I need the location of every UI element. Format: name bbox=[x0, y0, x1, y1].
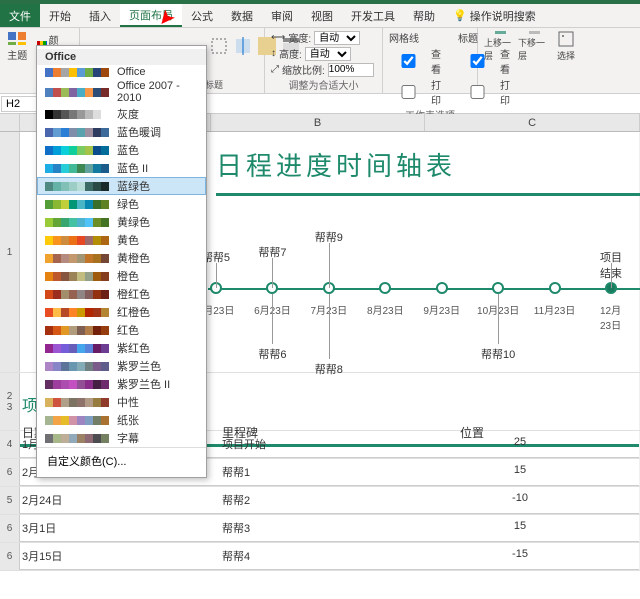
color-scheme-19[interactable]: 纸张 bbox=[37, 411, 206, 429]
row-header[interactable]: 6 bbox=[0, 543, 20, 570]
ribbon-tabs: 文件 开始 插入 页面布局 公式 数据 审阅 视图 开发工具 帮助 💡 操作说明… bbox=[0, 4, 640, 28]
color-scheme-11[interactable]: 橙色 bbox=[37, 267, 206, 285]
color-scheme-8[interactable]: 黄绿色 bbox=[37, 213, 206, 231]
custom-colors[interactable]: 自定义颜色(C)... bbox=[37, 447, 206, 474]
color-scheme-14[interactable]: 红色 bbox=[37, 321, 206, 339]
color-scheme-16[interactable]: 紫罗兰色 bbox=[37, 357, 206, 375]
row-header-1[interactable]: 1 bbox=[0, 132, 20, 372]
tab-review[interactable]: 审阅 bbox=[262, 4, 302, 27]
scale-field[interactable]: ⤢缩放比例: bbox=[271, 62, 376, 77]
selection-pane-button[interactable]: 选择 bbox=[552, 30, 580, 62]
color-scheme-18[interactable]: 中性 bbox=[37, 393, 206, 411]
row-header[interactable]: 23 bbox=[0, 373, 20, 430]
print-area-button[interactable] bbox=[210, 30, 228, 62]
color-scheme-13[interactable]: 红橙色 bbox=[37, 303, 206, 321]
breaks-button[interactable] bbox=[234, 30, 252, 62]
ribbon: 主题 颜色 ▾ 打印区域 分隔符 背景 打印标题 ⟷宽度:自动 ↕高度:自动 ⤢… bbox=[0, 28, 640, 94]
send-backward-button[interactable]: 下移一层 bbox=[518, 30, 546, 62]
row-header[interactable]: 6 bbox=[0, 515, 20, 542]
select-all-cell[interactable] bbox=[0, 114, 20, 131]
themes-button[interactable]: 主题 bbox=[6, 30, 29, 62]
bulb-icon: 💡 bbox=[453, 9, 467, 22]
menu-header: Office bbox=[37, 49, 206, 65]
tab-insert[interactable]: 插入 bbox=[80, 4, 120, 27]
tab-formulas[interactable]: 公式 bbox=[182, 4, 222, 27]
color-scheme-2[interactable]: 灰度 bbox=[37, 105, 206, 123]
row-header[interactable]: 6 bbox=[0, 459, 20, 486]
chart-title: 日程进度时间轴表 bbox=[216, 138, 633, 193]
tab-page-layout[interactable]: 页面布局 bbox=[120, 4, 182, 27]
color-scheme-15[interactable]: 紫红色 bbox=[37, 339, 206, 357]
width-field[interactable]: ⟷宽度:自动 bbox=[271, 30, 376, 45]
grid-print-chk[interactable]: 打印 bbox=[389, 77, 448, 107]
tab-dev[interactable]: 开发工具 bbox=[342, 4, 404, 27]
color-scheme-7[interactable]: 绿色 bbox=[37, 195, 206, 213]
row-header[interactable]: 4 bbox=[0, 431, 20, 458]
timeline-chart: 5月23日6月23日7月23日8月23日9月23日10月23日11月23日12月… bbox=[216, 210, 633, 360]
col-header-c[interactable]: C bbox=[425, 114, 640, 131]
tell-me[interactable]: 💡 操作说明搜索 bbox=[444, 4, 545, 27]
color-scheme-10[interactable]: 黄橙色 bbox=[37, 249, 206, 267]
tab-home[interactable]: 开始 bbox=[40, 4, 80, 27]
theme-colors-menu: Office OfficeOffice 2007 - 2010灰度蓝色暖调蓝色蓝… bbox=[36, 45, 207, 478]
file-tab[interactable]: 文件 bbox=[0, 4, 40, 27]
color-scheme-12[interactable]: 橙红色 bbox=[37, 285, 206, 303]
color-scheme-5[interactable]: 蓝色 II bbox=[37, 159, 206, 177]
color-scheme-3[interactable]: 蓝色暖调 bbox=[37, 123, 206, 141]
row-header[interactable]: 5 bbox=[0, 487, 20, 514]
height-field[interactable]: ↕高度:自动 bbox=[271, 46, 376, 61]
tab-help[interactable]: 帮助 bbox=[404, 4, 444, 27]
grid-view-chk[interactable]: 查看 bbox=[389, 46, 448, 76]
color-scheme-20[interactable]: 字幕 bbox=[37, 429, 206, 447]
color-scheme-0[interactable]: Office bbox=[37, 65, 206, 79]
color-scheme-17[interactable]: 紫罗兰色 II bbox=[37, 375, 206, 393]
col-header-b[interactable]: B bbox=[211, 114, 426, 131]
bring-forward-button[interactable]: 上移一层 bbox=[484, 30, 512, 62]
tab-data[interactable]: 数据 bbox=[222, 4, 262, 27]
color-scheme-4[interactable]: 蓝色 bbox=[37, 141, 206, 159]
tab-view[interactable]: 视图 bbox=[302, 4, 342, 27]
color-scheme-9[interactable]: 黄色 bbox=[37, 231, 206, 249]
color-scheme-1[interactable]: Office 2007 - 2010 bbox=[37, 79, 206, 105]
color-scheme-6[interactable]: 蓝绿色 bbox=[37, 177, 206, 195]
